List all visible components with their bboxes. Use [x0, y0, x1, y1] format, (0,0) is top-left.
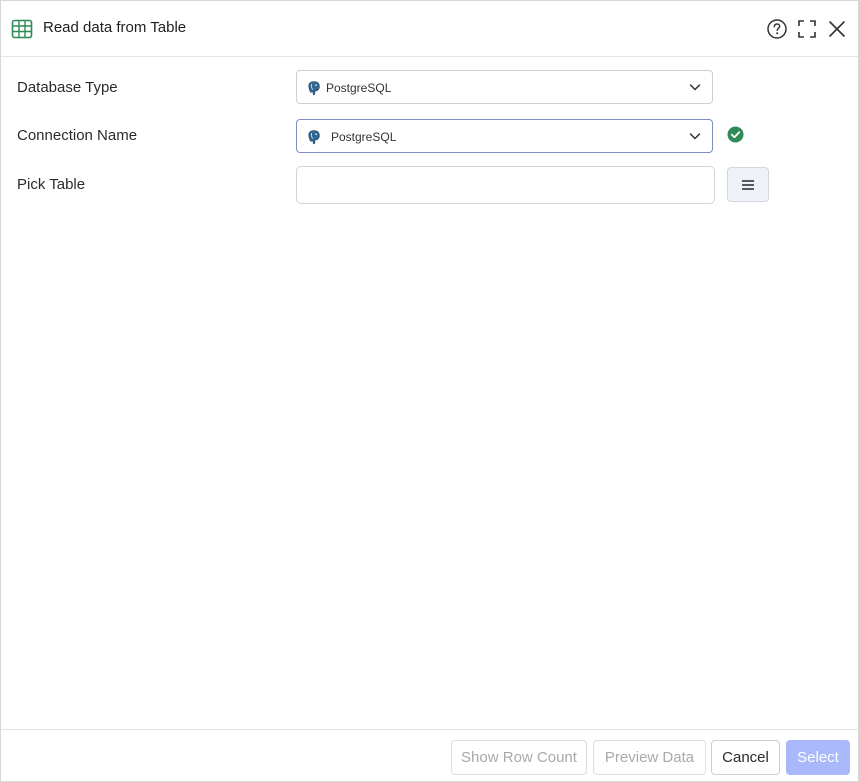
pick-table-list-button[interactable] [727, 167, 769, 202]
help-circle-icon [767, 19, 787, 39]
dialog-title: Read data from Table [43, 19, 187, 36]
preview-data-button[interactable]: Preview Data [593, 740, 706, 775]
postgresql-icon [308, 81, 320, 96]
maximize-icon [798, 20, 816, 38]
database-type-select[interactable]: PostgreSQL [296, 70, 713, 104]
help-button[interactable] [765, 17, 789, 41]
pick-table-label: Pick Table [17, 176, 86, 193]
chevron-down-icon [689, 84, 701, 91]
close-icon [829, 21, 845, 37]
cancel-button[interactable]: Cancel [711, 740, 780, 775]
postgresql-icon [308, 130, 320, 145]
table-icon [11, 19, 33, 39]
connection-name-select[interactable]: PostgreSQL [296, 119, 713, 153]
connection-name-value: PostgreSQL [331, 130, 397, 144]
chevron-down-icon [689, 133, 701, 140]
list-icon [742, 179, 754, 190]
maximize-button[interactable] [795, 17, 819, 41]
database-type-label: Database Type [17, 79, 118, 96]
dialog-footer: Show Row Count Preview Data Cancel Selec… [1, 729, 858, 782]
connection-name-label: Connection Name [17, 127, 138, 144]
database-type-value: PostgreSQL [326, 81, 392, 95]
pick-table-input[interactable] [296, 166, 715, 204]
dialog-header: Read data from Table [1, 1, 858, 57]
read-table-dialog: Read data from Table Database Type Postg… [0, 0, 859, 782]
close-button[interactable] [825, 17, 849, 41]
show-row-count-button[interactable]: Show Row Count [451, 740, 587, 775]
select-button[interactable]: Select [786, 740, 850, 775]
check-circle-icon [727, 126, 744, 143]
